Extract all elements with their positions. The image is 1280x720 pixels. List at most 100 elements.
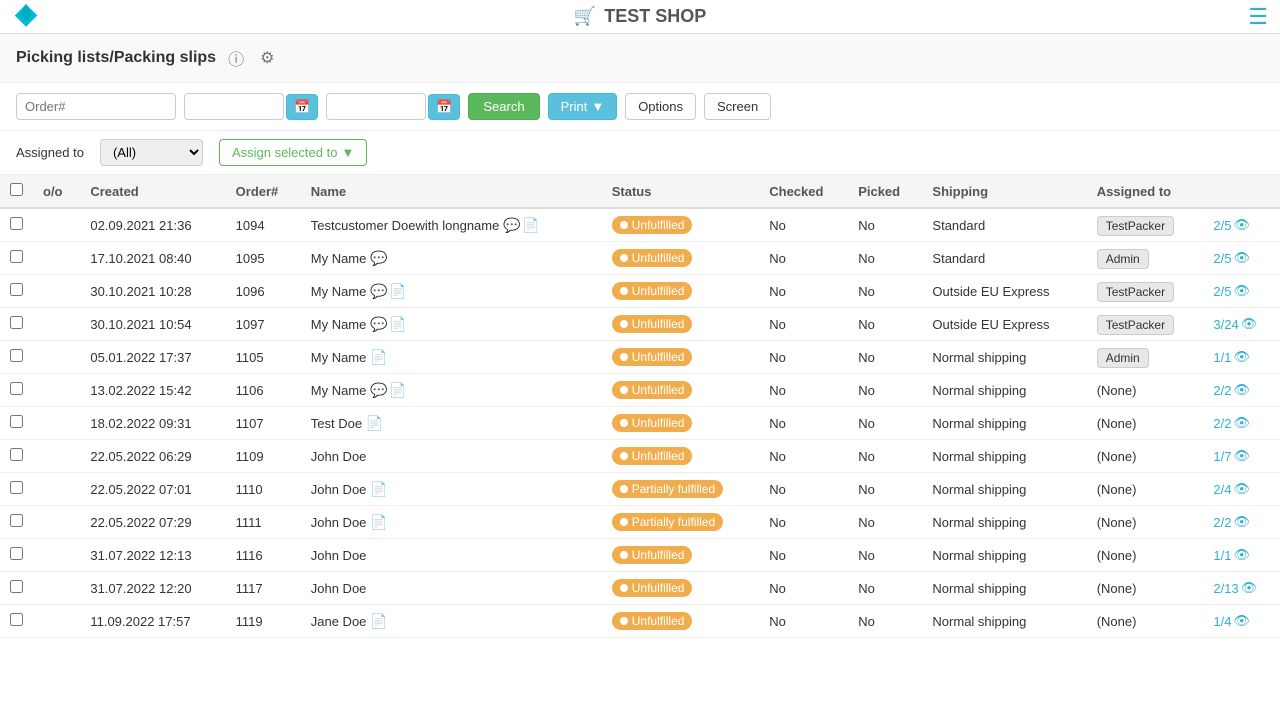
row-assigned: TestPacker [1087, 208, 1204, 242]
row-checkbox[interactable] [10, 481, 23, 494]
row-picked: No [848, 506, 922, 539]
row-checked: No [759, 506, 848, 539]
screen-button[interactable]: Screen [704, 93, 771, 120]
message-icon: 💬 [370, 316, 387, 332]
calendar-to-button[interactable]: 📅 [428, 94, 460, 120]
row-checked: No [759, 242, 848, 275]
row-created: 31.07.2022 12:20 [80, 572, 225, 605]
row-picked: No [848, 605, 922, 638]
row-name: My Name 📄 [301, 341, 602, 374]
row-oo [33, 242, 80, 275]
row-checkbox-cell [0, 341, 33, 374]
page-title: Picking lists/Packing slips [16, 49, 216, 67]
row-shipping: Normal shipping [922, 473, 1086, 506]
options-button[interactable]: Options [625, 93, 696, 120]
assign-selected-button[interactable]: Assign selected to ▼ [219, 139, 367, 166]
row-checkbox[interactable] [10, 382, 23, 395]
table-row: 11.09.2022 17:57 1119 Jane Doe 📄 Unfulfi… [0, 605, 1280, 638]
table-row: 02.09.2021 21:36 1094 Testcustomer Doewi… [0, 208, 1280, 242]
count-link[interactable]: 2/13 👁 [1213, 580, 1257, 596]
count-link[interactable]: 2/2 👁 [1213, 514, 1250, 530]
select-all-checkbox[interactable] [10, 183, 23, 196]
page-title-bar: Picking lists/Packing slips ⓘ ⚙ [0, 34, 1280, 83]
row-checkbox[interactable] [10, 514, 23, 527]
count-link[interactable]: 2/2 👁 [1213, 382, 1250, 398]
row-checkbox-cell [0, 308, 33, 341]
search-button[interactable]: Search [468, 93, 539, 120]
row-status: Unfulfilled [602, 341, 759, 374]
count-link[interactable]: 1/1 👁 [1213, 547, 1250, 563]
row-checkbox[interactable] [10, 217, 23, 230]
eye-icon: 👁 [1234, 217, 1251, 233]
doc-icon: 📄 [389, 382, 406, 398]
count-link[interactable]: 1/4 👁 [1213, 613, 1250, 629]
assigned-none: (None) [1097, 515, 1137, 530]
status-badge: Unfulfilled [612, 579, 693, 597]
assigned-none: (None) [1097, 482, 1137, 497]
row-checkbox[interactable] [10, 415, 23, 428]
row-checkbox[interactable] [10, 250, 23, 263]
row-order: 1107 [226, 407, 301, 440]
row-assigned: (None) [1087, 440, 1204, 473]
table-row: 17.10.2021 08:40 1095 My Name 💬 Unfulfil… [0, 242, 1280, 275]
status-circle [620, 353, 628, 361]
help-button[interactable]: ⓘ [224, 44, 248, 72]
row-checkbox[interactable] [10, 283, 23, 296]
help-icon: ⓘ [228, 52, 244, 69]
row-name: John Doe [301, 440, 602, 473]
row-assigned: (None) [1087, 374, 1204, 407]
date-from-input[interactable]: 10.08.2021 [184, 93, 284, 120]
order-input[interactable] [16, 93, 176, 120]
row-name: John Doe 📄 [301, 506, 602, 539]
row-checkbox[interactable] [10, 349, 23, 362]
assigned-none: (None) [1097, 449, 1137, 464]
row-checkbox[interactable] [10, 448, 23, 461]
shop-icon: 🛒 [574, 6, 596, 27]
table-row: 05.01.2022 17:37 1105 My Name 📄 Unfulfil… [0, 341, 1280, 374]
row-checked: No [759, 605, 848, 638]
count-link[interactable]: 2/5 👁 [1213, 283, 1250, 299]
row-picked: No [848, 440, 922, 473]
row-created: 30.10.2021 10:54 [80, 308, 225, 341]
row-created: 18.02.2022 09:31 [80, 407, 225, 440]
count-link[interactable]: 1/7 👁 [1213, 448, 1250, 464]
row-created: 17.10.2021 08:40 [80, 242, 225, 275]
assigned-to-select[interactable]: (All) Admin TestPacker [100, 139, 203, 166]
row-checked: No [759, 407, 848, 440]
row-checkbox[interactable] [10, 547, 23, 560]
date-to-input[interactable]: 05.10.2022 [326, 93, 426, 120]
row-checkbox-cell [0, 208, 33, 242]
row-checkbox[interactable] [10, 613, 23, 626]
row-picked: No [848, 208, 922, 242]
row-assigned: (None) [1087, 605, 1204, 638]
calendar-from-button[interactable]: 📅 [286, 94, 318, 120]
row-checkbox[interactable] [10, 580, 23, 593]
count-link[interactable]: 2/5 👁 [1213, 250, 1250, 266]
row-oo [33, 407, 80, 440]
eye-icon: 👁 [1234, 613, 1251, 629]
row-checkbox-cell [0, 572, 33, 605]
count-link[interactable]: 3/24 👁 [1213, 316, 1257, 332]
count-link[interactable]: 1/1 👁 [1213, 349, 1250, 365]
settings-button[interactable]: ⚙ [256, 46, 278, 70]
row-oo [33, 341, 80, 374]
count-link[interactable]: 2/4 👁 [1213, 481, 1250, 497]
print-button[interactable]: Print ▼ [548, 93, 618, 120]
hamburger-menu[interactable]: ☰ [1248, 4, 1268, 29]
row-checkbox[interactable] [10, 316, 23, 329]
count-link[interactable]: 2/2 👁 [1213, 415, 1250, 431]
count-link[interactable]: 2/5 👁 [1213, 217, 1250, 233]
row-order: 1097 [226, 308, 301, 341]
row-shipping: Outside EU Express [922, 275, 1086, 308]
row-count: 3/24 👁 [1203, 308, 1280, 341]
row-checked: No [759, 539, 848, 572]
eye-icon: 👁 [1234, 349, 1251, 365]
row-status: Unfulfilled [602, 208, 759, 242]
row-status: Partially fulfilled [602, 506, 759, 539]
table-header-row: o/o Created Order# Name Status Checked P… [0, 175, 1280, 208]
row-picked: No [848, 308, 922, 341]
row-oo [33, 605, 80, 638]
row-order: 1111 [226, 506, 301, 539]
row-name: My Name 💬📄 [301, 308, 602, 341]
row-shipping: Outside EU Express [922, 308, 1086, 341]
